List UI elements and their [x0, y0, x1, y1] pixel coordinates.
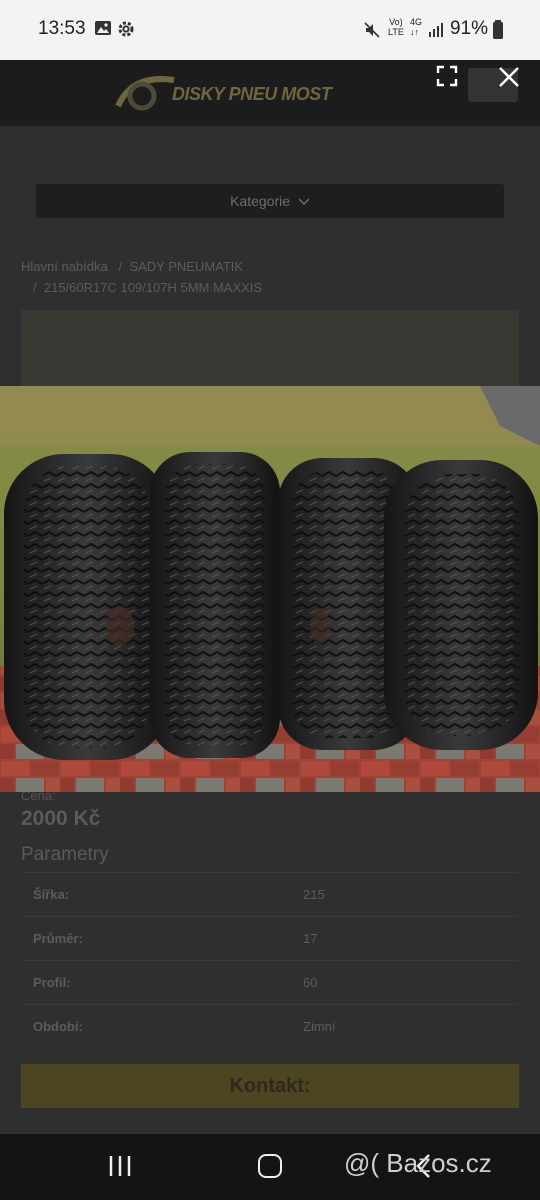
param-value: 17	[303, 916, 519, 961]
product-thumbnail-dimmed	[21, 310, 519, 390]
table-row: Průměr: 17	[21, 916, 519, 961]
breadcrumb-current: 215/60R17C 109/107H 5MM MAXXIS	[43, 280, 263, 295]
params-title: Parametry	[21, 844, 109, 865]
close-icon[interactable]	[497, 65, 521, 89]
expand-icon[interactable]	[436, 65, 458, 87]
mute-icon	[364, 22, 380, 38]
product-photo[interactable]	[0, 386, 540, 792]
param-value: Zimní	[303, 1004, 519, 1049]
param-value: 60	[303, 960, 519, 1005]
site-logo[interactable]: DISKY PNEU MOST	[112, 76, 374, 112]
category-button-label: Kategorie	[230, 193, 291, 209]
signal-icon	[429, 23, 443, 37]
table-row: Šířka: 215	[21, 872, 519, 917]
category-button[interactable]: Kategorie	[36, 184, 504, 218]
site-header: DISKY PNEU MOST	[0, 60, 540, 126]
status-bar: 13:53 Vo) LTE 4G ↓↑ 91%	[0, 0, 540, 60]
recent-apps-icon[interactable]	[108, 1154, 132, 1178]
status-time: 13:53	[38, 18, 86, 39]
gear-icon	[118, 21, 134, 37]
image-icon	[95, 21, 111, 35]
volte-icon: Vo) LTE	[388, 17, 404, 37]
params-table: Šířka: 215 Průměr: 17 Profil: 60 Období: Zim…	[21, 872, 519, 1049]
battery-icon	[493, 20, 503, 39]
chevron-down-icon	[298, 198, 310, 205]
battery-level: 91%	[449, 18, 488, 39]
param-key: Profil:	[21, 960, 303, 1005]
price-value: 2000 Kč	[21, 807, 101, 830]
home-icon[interactable]	[258, 1154, 282, 1178]
tires-photo	[0, 386, 540, 792]
logo-text: DISKY PNEU MOST	[172, 84, 332, 104]
breadcrumb: Hlavní nabídka / SADY PNEUMATIK / 215/60…	[21, 256, 262, 298]
breadcrumb-home[interactable]: Hlavní nabídka	[21, 259, 108, 274]
param-key: Období:	[21, 1004, 303, 1049]
param-key: Průměr:	[21, 916, 303, 961]
param-key: Šířka:	[21, 872, 303, 917]
4g-icon: 4G ↓↑	[410, 17, 423, 37]
watermark: @( Bazos.cz	[344, 1148, 492, 1178]
breadcrumb-category[interactable]: SADY PNEUMATIK	[129, 259, 243, 274]
table-row: Období: Zimní	[21, 1004, 519, 1049]
contact-button[interactable]: Kontakt:	[21, 1064, 519, 1108]
breadcrumb-separator: /	[118, 259, 123, 274]
table-row: Profil: 60	[21, 960, 519, 1005]
breadcrumb-separator: /	[33, 280, 37, 295]
param-value: 215	[303, 872, 519, 917]
